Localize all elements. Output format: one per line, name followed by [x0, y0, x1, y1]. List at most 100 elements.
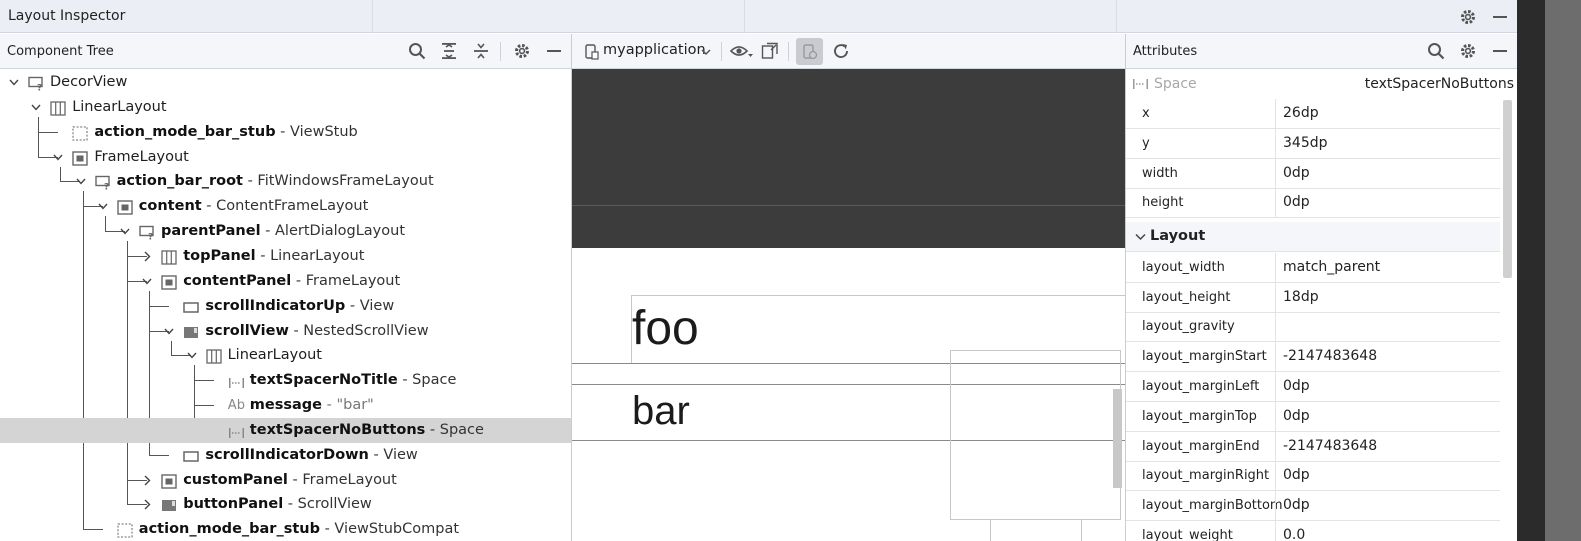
- tree-row[interactable]: ? DecorView: [0, 70, 571, 95]
- title-bar: Layout Inspector: [0, 0, 1517, 33]
- expand-all-icon[interactable]: [439, 41, 459, 61]
- tree-row[interactable]: ? action_bar_root - FitWindowsFrameLayout: [0, 169, 571, 194]
- chevron-down-icon[interactable]: [75, 169, 89, 194]
- dialog-message-text[interactable]: bar: [632, 389, 690, 434]
- attribute-value[interactable]: 345dp: [1283, 135, 1328, 151]
- tree-row[interactable]: content - ContentFrameLayout: [0, 194, 571, 219]
- attribute-row[interactable]: layout_gravity: [1126, 312, 1500, 343]
- eye-icon[interactable]: [729, 42, 755, 62]
- attribute-row[interactable]: layout_weight 0.0: [1126, 520, 1500, 541]
- collapse-all-icon[interactable]: [471, 41, 491, 61]
- tree-row[interactable]: Ab message - "bar": [0, 393, 571, 418]
- tree-node-label: FrameLayout: [94, 145, 188, 170]
- device-preview[interactable]: foo bar: [572, 69, 1125, 541]
- gear-icon[interactable]: [1458, 41, 1478, 61]
- tree-row[interactable]: scrollIndicatorUp - View: [0, 294, 571, 319]
- layout-section-header[interactable]: Layout: [1126, 222, 1500, 253]
- chevron-down-icon[interactable]: [30, 95, 44, 120]
- attribute-row[interactable]: y 345dp: [1126, 128, 1500, 159]
- export-icon[interactable]: [760, 41, 780, 61]
- chevron-down-icon[interactable]: [163, 319, 177, 344]
- attribute-value[interactable]: 0dp: [1283, 467, 1310, 483]
- tree-row[interactable]: LinearLayout: [0, 343, 571, 368]
- attribute-value[interactable]: 0dp: [1283, 165, 1310, 181]
- tree-row[interactable]: textSpacerNoTitle - Space: [0, 368, 571, 393]
- tree-node-name: scrollIndicatorUp: [205, 298, 346, 314]
- tree-node-label: LinearLayout: [228, 343, 322, 368]
- attribute-row[interactable]: width 0dp: [1126, 158, 1500, 189]
- cell-divider: [1275, 401, 1276, 432]
- tree-node-name: textSpacerNoButtons: [249, 422, 426, 438]
- cell-divider: [1275, 431, 1276, 462]
- tree-node-type: - ScrollView: [283, 496, 372, 512]
- chevron-down-icon[interactable]: [8, 70, 22, 95]
- attribute-row[interactable]: layout_marginStart -2147483648: [1126, 342, 1500, 373]
- minimize-icon[interactable]: [1490, 41, 1510, 61]
- attributes-header: Attributes: [1126, 34, 1517, 69]
- chevron-down-icon[interactable]: [97, 194, 111, 219]
- tree-row[interactable]: FrameLayout: [0, 145, 571, 170]
- attribute-row[interactable]: x 26dp: [1126, 99, 1500, 129]
- chevron-down-icon[interactable]: [700, 46, 712, 58]
- minimize-icon[interactable]: [544, 41, 564, 61]
- tree-row[interactable]: action_mode_bar_stub - ViewStubCompat: [0, 517, 571, 541]
- chevron-right-icon[interactable]: [141, 468, 155, 493]
- attribute-value[interactable]: -2147483648: [1283, 348, 1377, 364]
- tree-row[interactable]: contentPanel - FrameLayout: [0, 269, 571, 294]
- chevron-down-icon[interactable]: [52, 145, 66, 170]
- attribute-row[interactable]: layout_height 18dp: [1126, 282, 1500, 313]
- tree-row[interactable]: ? parentPanel - AlertDialogLayout: [0, 219, 571, 244]
- tree-row[interactable]: action_mode_bar_stub - ViewStub: [0, 120, 571, 145]
- chevron-down-icon[interactable]: [141, 269, 155, 294]
- attribute-value[interactable]: 0dp: [1283, 194, 1310, 210]
- search-icon[interactable]: [407, 41, 427, 61]
- tree-node-name: topPanel: [183, 248, 256, 264]
- attribute-row[interactable]: layout_marginBottom 0dp: [1126, 491, 1500, 522]
- tree-row[interactable]: customPanel - FrameLayout: [0, 468, 571, 493]
- tree-row[interactable]: scrollIndicatorDown - View: [0, 443, 571, 468]
- process-selector[interactable]: myapplication: [603, 42, 706, 58]
- dialog-title-text[interactable]: foo: [632, 301, 699, 356]
- chevron-down-icon[interactable]: [1134, 231, 1146, 243]
- tree-node-name: contentPanel: [183, 273, 292, 289]
- minimize-icon[interactable]: [1490, 7, 1510, 27]
- chevron-down-icon[interactable]: [119, 219, 133, 244]
- search-icon[interactable]: [1426, 41, 1446, 61]
- chevron-right-icon[interactable]: [141, 244, 155, 269]
- attribute-value[interactable]: 0dp: [1283, 378, 1310, 394]
- live-updates-button[interactable]: [796, 38, 823, 65]
- attribute-row[interactable]: layout_marginRight 0dp: [1126, 461, 1500, 492]
- cell-divider: [1275, 252, 1276, 283]
- component-tree-header: Component Tree: [0, 34, 571, 69]
- tree-row[interactable]: buttonPanel - ScrollView: [0, 492, 571, 517]
- attribute-value[interactable]: 0.0: [1283, 527, 1305, 541]
- view-bounds-box: [950, 350, 1121, 520]
- chevron-right-icon[interactable]: [141, 492, 155, 517]
- attribute-row[interactable]: layout_width match_parent: [1126, 252, 1500, 283]
- attribute-value[interactable]: 18dp: [1283, 289, 1319, 305]
- chevron-down-icon[interactable]: [186, 343, 200, 368]
- tree-row[interactable]: topPanel - LinearLayout: [0, 244, 571, 269]
- toolbar-separator: [788, 42, 789, 61]
- attribute-row[interactable]: layout_marginTop 0dp: [1126, 401, 1500, 432]
- frame-layout-icon: [72, 150, 89, 166]
- attribute-row[interactable]: height 0dp: [1126, 188, 1500, 219]
- gear-icon[interactable]: [512, 41, 532, 61]
- attribute-value[interactable]: 26dp: [1283, 105, 1319, 121]
- attribute-value[interactable]: -2147483648: [1283, 438, 1377, 454]
- attribute-value[interactable]: match_parent: [1283, 259, 1380, 275]
- tree-node-label: DecorView: [50, 70, 127, 95]
- tree-row[interactable]: textSpacerNoButtons - Space: [0, 418, 571, 443]
- attributes-scrollbar[interactable]: [1503, 100, 1512, 278]
- tree-node-label: customPanel - FrameLayout: [183, 468, 397, 493]
- attribute-row[interactable]: layout_marginEnd -2147483648: [1126, 431, 1500, 462]
- tree-row[interactable]: LinearLayout: [0, 95, 571, 120]
- attribute-row[interactable]: layout_marginLeft 0dp: [1126, 371, 1500, 402]
- attribute-value[interactable]: 0dp: [1283, 408, 1310, 424]
- tree-node-name: parentPanel: [161, 223, 261, 239]
- gear-icon[interactable]: [1458, 7, 1478, 27]
- refresh-icon[interactable]: [831, 41, 851, 61]
- tree-row[interactable]: scrollView - NestedScrollView: [0, 319, 571, 344]
- attribute-value[interactable]: 0dp: [1283, 497, 1310, 513]
- cell-divider: [1275, 158, 1276, 189]
